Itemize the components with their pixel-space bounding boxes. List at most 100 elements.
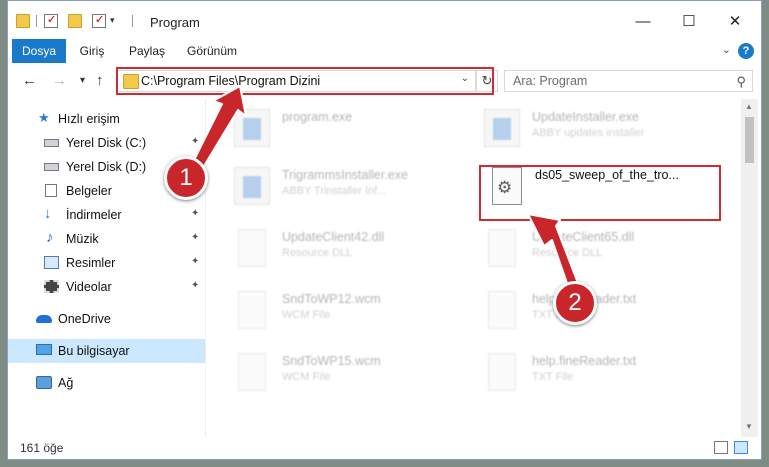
maximize-button[interactable]: ☐ <box>666 9 712 35</box>
search-icon: ⚲ <box>736 74 746 89</box>
up-button[interactable]: ↑ <box>96 72 104 89</box>
minimize-button[interactable]: — <box>620 9 666 35</box>
sidebar-item-label: OneDrive <box>58 312 111 326</box>
search-placeholder: Ara: Program <box>513 74 588 88</box>
quick-access-dropdown-icon[interactable]: ▾ <box>110 15 115 26</box>
star-icon: ★ <box>38 110 50 125</box>
details-view-icon[interactable] <box>714 441 728 454</box>
file-name: help.fineReader.txt <box>532 354 637 368</box>
sidebar-item-music[interactable]: ♪ Müzik ✦ <box>8 227 205 251</box>
help-icon[interactable]: ? <box>738 43 754 59</box>
file-name: program.exe <box>282 110 353 124</box>
file-item[interactable]: UpdateClient65.dll Resource DLL <box>484 227 724 271</box>
step-badge-2: 2 <box>553 281 597 325</box>
exe-icon <box>484 109 520 147</box>
tab-file[interactable]: Dosya <box>12 39 66 63</box>
pin-icon[interactable]: ✦ <box>191 280 199 291</box>
search-input[interactable]: Ara: Program ⚲ <box>504 70 753 92</box>
sidebar-item-local-disk-c[interactable]: Yerel Disk (C:) ✦ <box>8 131 205 155</box>
separator <box>132 15 133 27</box>
sidebar-item-pictures[interactable]: Resimler ✦ <box>8 251 205 275</box>
file-type: Resource DLL <box>532 247 603 259</box>
file-name: SndToWP12.wcm <box>282 292 381 306</box>
status-bar: 161 öğe <box>8 437 761 459</box>
file-type: Resource DLL <box>282 247 353 259</box>
large-icons-view-icon[interactable] <box>734 441 748 454</box>
tab-share[interactable]: Paylaş <box>122 39 172 63</box>
pin-icon[interactable]: ✦ <box>191 208 199 219</box>
forward-button[interactable]: → <box>52 72 67 89</box>
file-name: UpdateClient42.dll <box>282 230 385 244</box>
file-item[interactable]: TrigrammsInstaller.exe ABBY Trinstaller … <box>234 165 474 209</box>
file-item[interactable]: SndToWP15.wcm WCM File <box>234 351 474 395</box>
scroll-down-icon[interactable]: ▼ <box>745 422 753 431</box>
drive-icon <box>44 139 59 147</box>
close-button[interactable]: ✕ <box>712 9 758 35</box>
title-bar: ▾ Program — ☐ ✕ <box>8 1 761 39</box>
network-icon <box>36 376 52 389</box>
properties-icon[interactable] <box>44 13 58 28</box>
file-highlight-box <box>479 165 721 221</box>
text-file-icon <box>488 291 516 329</box>
sidebar-item-label: Bu bilgisayar <box>58 344 130 358</box>
sidebar-item-label: Hızlı erişim <box>58 112 120 126</box>
pictures-icon <box>44 256 59 269</box>
navigation-pane: ★ Hızlı erişim Yerel Disk (C:) ✦ Yerel D… <box>8 99 205 437</box>
document-icon <box>238 291 266 329</box>
computer-icon <box>36 344 52 355</box>
file-item[interactable]: help.fineReader.txt TXT File <box>484 289 724 333</box>
file-type: TXT File <box>532 371 574 383</box>
file-explorer-window: ▾ Program — ☐ ✕ Dosya Giriş Paylaş Görün… <box>7 0 762 460</box>
exe-icon <box>234 109 270 147</box>
scroll-up-icon[interactable]: ▲ <box>745 102 753 111</box>
file-type: ABBY Trinstaller Inf... <box>282 185 387 197</box>
sidebar-item-downloads[interactable]: ↓ İndirmeler ✦ <box>8 203 205 227</box>
music-icon: ♪ <box>46 229 54 246</box>
dll-icon <box>238 229 266 267</box>
sidebar-item-quick-access[interactable]: ★ Hızlı erişim <box>8 107 205 131</box>
file-item[interactable]: program.exe <box>234 107 474 151</box>
file-name: UpdateClient65.dll <box>532 230 635 244</box>
back-button[interactable]: ← <box>22 72 37 89</box>
sidebar-item-label: Müzik <box>66 232 99 246</box>
pin-icon[interactable]: ✦ <box>191 136 199 147</box>
sidebar-item-label: Videolar <box>66 280 112 294</box>
window-title: Program <box>150 15 200 30</box>
sidebar-item-videos[interactable]: Videolar ✦ <box>8 275 205 299</box>
file-item[interactable]: help.fineReader.txt TXT File <box>484 351 724 395</box>
file-item[interactable]: SndToWP12.wcm WCM File <box>234 289 474 333</box>
pin-icon[interactable]: ✦ <box>191 232 199 243</box>
exe-icon <box>234 167 270 205</box>
file-type: ABBY updates installer <box>532 127 645 139</box>
text-file-icon <box>488 353 516 391</box>
new-folder-icon[interactable] <box>68 14 82 28</box>
file-type: WCM File <box>282 309 331 321</box>
file-type: WCM File <box>282 371 331 383</box>
vertical-scrollbar[interactable]: ▲ ▼ <box>741 99 758 437</box>
file-list: program.exe UpdateInstaller.exe ABBY upd… <box>206 99 741 437</box>
sidebar-item-label: Yerel Disk (D:) <box>66 160 147 174</box>
sidebar-item-this-pc[interactable]: Bu bilgisayar <box>8 339 205 363</box>
dll-icon <box>488 229 516 267</box>
folder-icon <box>16 14 30 28</box>
chevron-down-icon[interactable]: ⌄ <box>722 43 731 56</box>
sidebar-item-label: Yerel Disk (C:) <box>66 136 147 150</box>
sidebar-item-label: Resimler <box>66 256 116 270</box>
scroll-thumb[interactable] <box>745 117 754 163</box>
customize-icon[interactable] <box>92 13 106 28</box>
file-item[interactable]: UpdateClient42.dll Resource DLL <box>234 227 474 271</box>
sidebar-item-label: İndirmeler <box>66 208 122 222</box>
documents-icon <box>45 184 57 197</box>
pin-icon[interactable]: ✦ <box>191 256 199 267</box>
videos-icon <box>44 280 59 293</box>
sidebar-item-onedrive[interactable]: OneDrive <box>8 307 205 331</box>
recent-locations-button[interactable]: ▾ <box>80 75 85 86</box>
tab-view[interactable]: Görünüm <box>182 39 242 63</box>
download-icon: ↓ <box>44 205 52 222</box>
sidebar-item-network[interactable]: Ağ <box>8 371 205 395</box>
document-icon <box>238 353 266 391</box>
file-item[interactable]: UpdateInstaller.exe ABBY updates install… <box>484 107 724 151</box>
ribbon: Dosya Giriş Paylaş Görünüm ⌄ ? <box>8 39 761 64</box>
file-name: UpdateInstaller.exe <box>532 110 640 124</box>
tab-home[interactable]: Giriş <box>70 39 114 63</box>
